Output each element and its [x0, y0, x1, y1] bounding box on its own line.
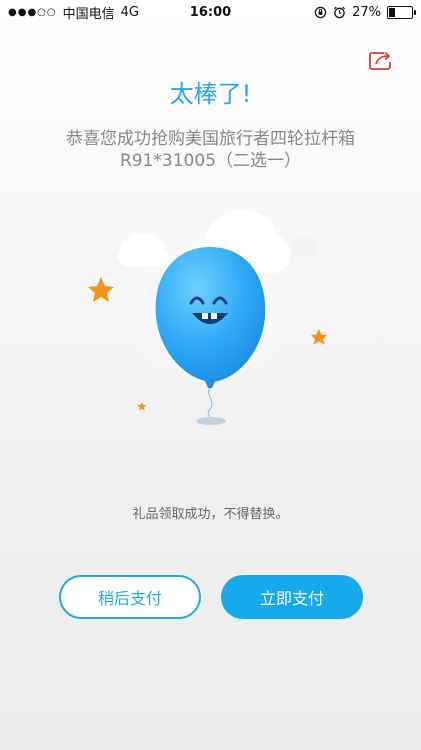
status-right: 27% — [314, 4, 416, 20]
star-icon — [137, 402, 147, 411]
pay-now-button[interactable]: 立即支付 — [221, 575, 363, 619]
status-left: ●●●○○ 中国电信 4G — [8, 3, 139, 22]
share-button[interactable] — [365, 44, 397, 76]
battery-icon — [387, 5, 416, 19]
network-type: 4G — [120, 4, 140, 20]
star-icon — [311, 329, 327, 345]
balloon — [155, 247, 266, 422]
carrier: 中国电信 — [62, 6, 115, 22]
star-icon — [88, 277, 114, 302]
pay-later-button[interactable]: 稍后支付 — [59, 575, 201, 619]
success-message: 礼品领取成功，不得替换。 — [132, 507, 289, 522]
rotation-lock-icon — [314, 6, 327, 18]
page-title: 太棒了! — [169, 80, 252, 108]
product-name: 恭喜您成功抢购美国旅行者四轮拉杆箱 — [66, 129, 355, 149]
battery-percent: 27% — [352, 4, 381, 20]
signal-strength: ●●●○○ — [8, 6, 57, 18]
share-icon — [369, 51, 391, 70]
balloon-shadow — [196, 417, 226, 425]
product-description: 恭喜您成功抢购美国旅行者四轮拉杆箱 R91*31005（二选一） — [40, 128, 381, 172]
product-code: R91*31005（二选一） — [119, 151, 302, 171]
cloud-right — [291, 237, 317, 257]
battery-fill — [389, 7, 396, 17]
status-bar: ●●●○○ 中国电信 4G 16:00 27% — [0, 0, 421, 24]
balloon-illustration — [88, 210, 327, 425]
alarm-icon — [334, 6, 346, 18]
